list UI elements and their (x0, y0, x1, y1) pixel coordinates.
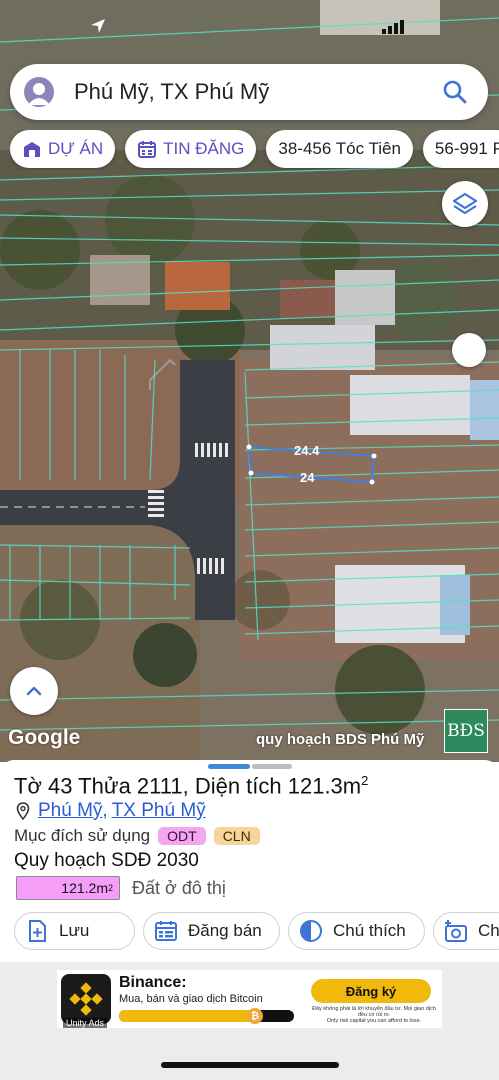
chip-du-an[interactable]: DỰ ÁN (10, 130, 116, 168)
home-indicator[interactable] (161, 1062, 339, 1068)
sheet-handle[interactable] (252, 764, 292, 769)
save-button-label: Lưu (59, 921, 90, 940)
add-photo-icon (445, 920, 467, 942)
parcel-title: Tờ 43 Thửa 2111, Diện tích 121.3m2 (14, 773, 369, 799)
search-input[interactable]: Phú Mỹ, TX Phú Mỹ (74, 79, 442, 105)
signal-bars-icon (382, 20, 404, 34)
add-photo-button-label: Ch (478, 921, 499, 940)
building-icon (24, 142, 40, 157)
sheet-handle[interactable] (208, 764, 250, 769)
chevron-up-icon (26, 686, 42, 696)
map-pin-icon (16, 802, 30, 820)
opacity-slider-handle[interactable] (452, 333, 486, 367)
bds-logo: BĐS (444, 709, 488, 753)
chip-56-991[interactable]: 56-991 P (422, 130, 499, 168)
plan-area-swatch: 121.2m 2 (16, 876, 120, 900)
plan-description: Đất ở đô thị (132, 877, 226, 898)
chip-toc-tien[interactable]: 38-456 Tóc Tiên (266, 130, 413, 168)
action-button-row: Lưu Đăng bán Chú thích Ch (14, 912, 499, 952)
chip-label: 38-456 Tóc Tiên (278, 139, 401, 158)
purpose-label: Mục đích sử dụng (14, 826, 151, 845)
search-icon[interactable] (442, 79, 468, 105)
calendar-icon (138, 141, 157, 158)
chip-label: 56-991 P (434, 139, 499, 158)
ad-progress-bar (119, 1010, 294, 1022)
plan-row: 121.2m 2 Đất ở đô thị (16, 876, 226, 900)
map-view[interactable]: Phú Mỹ, TX Phú Mỹ DỰ ÁN TIN ĐĂNG 38-456 … (0, 0, 499, 762)
layers-icon (452, 192, 478, 215)
add-photo-button[interactable]: Ch (433, 912, 499, 950)
location-separator: , (102, 800, 108, 821)
layers-button[interactable] (442, 181, 488, 227)
search-bar[interactable]: Phú Mỹ, TX Phú Mỹ (10, 64, 488, 120)
google-attribution: Google (8, 726, 81, 749)
parcel-info-sheet: Tờ 43 Thửa 2111, Diện tích 121.3m2 Phú M… (0, 760, 499, 966)
chip-label: TIN ĐĂNG (163, 139, 245, 158)
chip-label: DỰ ÁN (48, 139, 104, 158)
legend-button-label: Chú thích (333, 921, 406, 940)
plus-doc-icon (29, 920, 46, 942)
ad-subtitle: Mua, bán và giao dịch Bitcoin (119, 993, 263, 1005)
expand-up-button[interactable] (10, 667, 58, 715)
ad-title: Binance: (119, 974, 187, 991)
user-icon (28, 83, 50, 105)
parcel-location: Phú Mỹ , TX Phú Mỹ (16, 800, 206, 822)
bitcoin-icon: ₿ (247, 1008, 263, 1024)
binance-logo-icon (69, 982, 103, 1016)
location-town-link[interactable]: TX Phú Mỹ (112, 800, 206, 822)
legend-button[interactable]: Chú thích (288, 912, 425, 950)
purpose-tag-cln: CLN (213, 827, 260, 845)
status-bar (0, 0, 499, 46)
land-use-purpose: Mục đích sử dụng ODT CLN (14, 826, 260, 846)
ad-disclaimer: Đây không phải là lời khuyên đầu tư. Mọi… (312, 1006, 436, 1024)
binance-logo (61, 974, 111, 1024)
ad-signup-button[interactable]: Đăng ký (311, 979, 431, 1003)
map-watermark: quy hoạch BDS Phú Mỹ (256, 731, 425, 748)
avatar[interactable] (24, 77, 54, 107)
ad-network-label: Unity Ads (63, 1018, 108, 1028)
post-sale-button[interactable]: Đăng bán (143, 912, 280, 950)
parcel-length-label: 24 (300, 470, 315, 485)
chip-tin-dang[interactable]: TIN ĐĂNG (125, 130, 257, 168)
half-circle-icon (300, 920, 322, 942)
plan-title: Quy hoạch SDĐ 2030 (14, 850, 199, 871)
location-arrow-icon (91, 19, 105, 33)
location-ward-link[interactable]: Phú Mỹ (38, 800, 102, 822)
purpose-tag-odt: ODT (158, 827, 206, 845)
post-sale-button-label: Đăng bán (188, 921, 262, 940)
calendar-list-icon (155, 921, 177, 941)
parcel-length-label: 24.4 (294, 443, 320, 458)
save-button[interactable]: Lưu (14, 912, 135, 950)
filter-chip-row: DỰ ÁN TIN ĐĂNG 38-456 Tóc Tiên 56-991 P (10, 130, 499, 170)
ad-banner[interactable]: Binance: Mua, bán và giao dịch Bitcoin ₿… (57, 970, 442, 1028)
